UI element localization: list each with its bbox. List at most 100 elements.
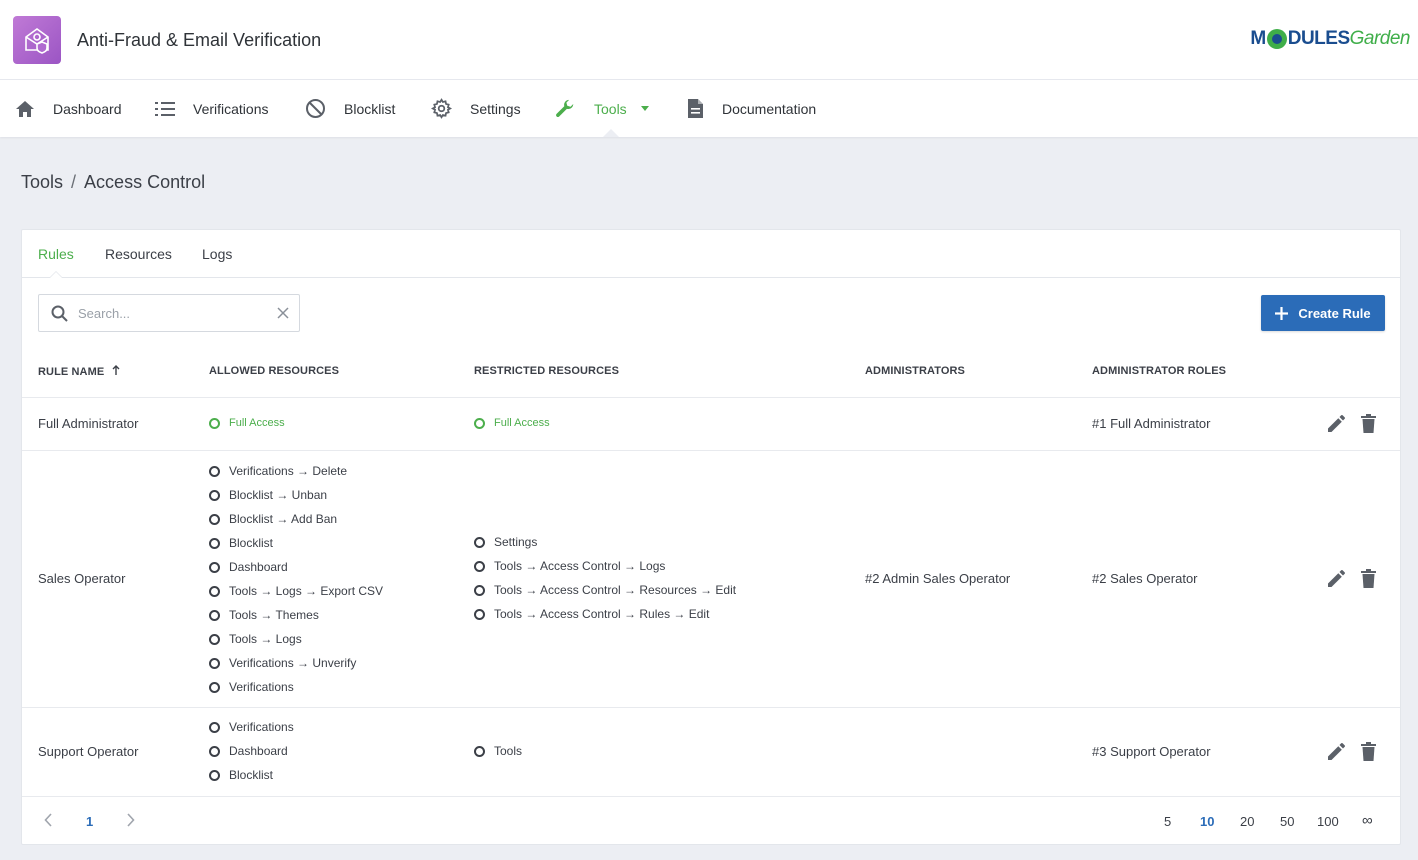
list-item: Tools → Logs [209, 627, 383, 651]
resource-label: Verifications → Delete [229, 464, 348, 478]
status-dot-icon [474, 608, 485, 620]
app-title: Anti-Fraud & Email Verification [77, 30, 322, 50]
chevron-left-icon [44, 813, 52, 827]
col-administrators[interactable]: ADMINISTRATORS [865, 365, 965, 377]
list-item: Verifications [209, 715, 294, 739]
delete-rule-button[interactable] [1361, 569, 1376, 588]
status-dot-icon [209, 585, 220, 597]
modulesgarden-logo[interactable]: M DULES Garden [1250, 28, 1411, 50]
app-header: Anti-Fraud & Email Verification M DULES … [0, 0, 1418, 80]
edit-rule-button[interactable] [1327, 414, 1346, 433]
page-size-option[interactable]: 5 [1164, 814, 1171, 829]
resource-label: Tools → Logs [229, 632, 302, 646]
administrator-role: #2 Sales Operator [1092, 571, 1198, 586]
col-allowed-resources[interactable]: ALLOWED RESOURCES [209, 365, 339, 377]
brand-text-garden: Garden [1349, 28, 1411, 49]
tab-rules[interactable]: Rules [38, 246, 74, 262]
list-item: Tools → Themes [209, 603, 383, 627]
nav-documentation[interactable]: Documentation [687, 80, 816, 137]
status-dot-icon [209, 561, 220, 573]
rules-card: Rules Resources Logs Create Rule RULE NA… [21, 229, 1401, 845]
allowed-resources-list: Verifications Dashboard Blocklist [209, 715, 294, 787]
block-icon [306, 99, 325, 118]
delete-rule-button[interactable] [1361, 414, 1376, 433]
next-page-button[interactable] [126, 813, 135, 827]
resource-label: Verifications → Unverify [229, 656, 357, 670]
document-icon [688, 99, 703, 118]
status-dot-icon [209, 513, 220, 525]
nav-dashboard[interactable]: Dashboard [15, 80, 122, 137]
allowed-resources-list: Full Access [209, 411, 285, 435]
administrator-role: #1 Full Administrator [1092, 416, 1211, 431]
breadcrumb-parent[interactable]: Tools [21, 172, 63, 192]
pagination: 1 5 10 20 50 100 ∞ [22, 796, 1400, 844]
list-item: Blocklist [209, 531, 383, 555]
status-dot-icon [209, 633, 220, 645]
page-size-option[interactable]: 50 [1280, 814, 1294, 829]
list-item: Verifications → Delete [209, 459, 383, 483]
close-icon[interactable] [277, 307, 289, 319]
mail-shield-icon [25, 28, 49, 54]
delete-rule-button[interactable] [1361, 742, 1376, 761]
status-dot-icon [209, 465, 220, 477]
col-rule-name[interactable]: RULE NAME [38, 365, 120, 378]
edit-rule-button[interactable] [1327, 569, 1346, 588]
page-size-option[interactable]: ∞ [1362, 812, 1373, 829]
resource-label: Tools → Access Control → Logs [494, 559, 666, 573]
nav-tools[interactable]: Tools [554, 80, 649, 137]
list-item: Blocklist → Add Ban [209, 507, 383, 531]
list-item: Full Access [209, 411, 285, 435]
nav-label: Dashboard [53, 100, 122, 117]
status-dot-icon [209, 721, 220, 733]
nav-blocklist[interactable]: Blocklist [305, 80, 395, 137]
list-item: Settings [474, 530, 736, 554]
status-dot-icon [209, 417, 220, 429]
tab-resources[interactable]: Resources [105, 246, 172, 262]
resource-label: Full Access [494, 417, 550, 429]
trash-icon [1361, 414, 1376, 433]
administrator: #2 Admin Sales Operator [865, 571, 1011, 586]
status-dot-icon [209, 537, 220, 549]
status-dot-icon [474, 417, 485, 429]
search-box [38, 294, 300, 332]
page-size-option[interactable]: 20 [1240, 814, 1254, 829]
resource-label: Blocklist → Unban [229, 488, 328, 502]
list-item: Blocklist → Unban [209, 483, 383, 507]
list-icon [155, 101, 175, 116]
list-item: Tools → Access Control → Resources → Edi… [474, 578, 736, 602]
prev-page-button[interactable] [44, 813, 53, 827]
resource-label: Tools → Access Control → Resources → Edi… [494, 583, 737, 597]
brand-text: DULES [1287, 28, 1350, 49]
nav-settings[interactable]: Settings [431, 80, 521, 137]
resource-label: Blocklist [229, 536, 274, 550]
col-administrator-roles[interactable]: ADMINISTRATOR ROLES [1092, 365, 1226, 377]
page-size-option[interactable]: 100 [1317, 814, 1339, 829]
restricted-resources-list: Full Access [474, 411, 550, 435]
search-input[interactable] [78, 298, 277, 328]
resource-label: Dashboard [229, 560, 288, 574]
create-rule-button[interactable]: Create Rule [1261, 295, 1385, 331]
rule-name: Support Operator [38, 744, 139, 759]
resource-label: Tools [494, 744, 523, 758]
list-item: Dashboard [209, 739, 294, 763]
tab-logs[interactable]: Logs [202, 246, 232, 262]
edit-rule-button[interactable] [1327, 742, 1346, 761]
restricted-resources-list: Tools [474, 739, 522, 763]
search-icon [51, 305, 68, 322]
list-item: Tools [474, 739, 522, 763]
nav-label: Documentation [722, 100, 817, 117]
col-label: RULE NAME [38, 366, 105, 378]
breadcrumb: Tools / Access Control [21, 172, 205, 193]
page-size-option[interactable]: 10 [1200, 814, 1214, 829]
gear-icon [431, 98, 452, 119]
page-number[interactable]: 1 [86, 814, 93, 829]
pencil-icon [1328, 415, 1345, 432]
list-item: Tools → Access Control → Rules → Edit [474, 602, 736, 626]
list-item: Tools → Access Control → Logs [474, 554, 736, 578]
nav-verifications[interactable]: Verifications [155, 80, 268, 137]
col-restricted-resources[interactable]: RESTRICTED RESOURCES [474, 365, 619, 377]
resource-label: Tools → Themes [229, 608, 319, 622]
resource-label: Dashboard [229, 744, 288, 758]
tabs-bar: Rules Resources Logs [22, 230, 1400, 278]
nav-label: Verifications [193, 100, 269, 117]
